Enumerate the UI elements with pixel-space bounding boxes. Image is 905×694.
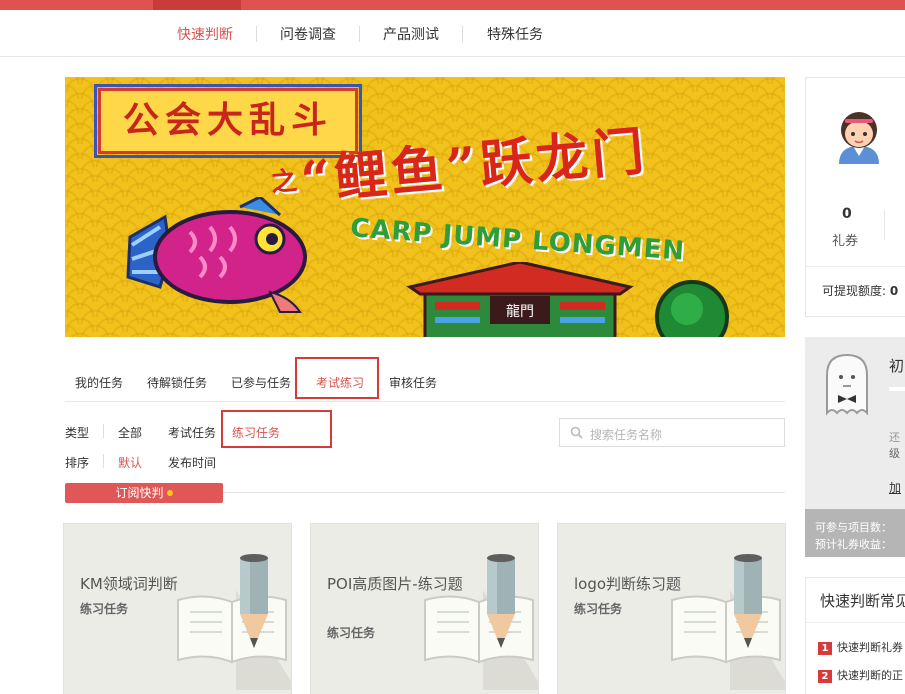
book-pencil-icon [424, 554, 538, 690]
withdraw-label: 可提现额度: [822, 284, 887, 298]
tab-locked-tasks[interactable]: 待解锁任务 [147, 374, 207, 391]
task-tabs: 我的任务 待解锁任务 已参与任务 考试练习 审核任务 [65, 360, 785, 402]
nav-divider [462, 26, 463, 42]
filter-type-label: 类型 [65, 426, 90, 440]
sort-default[interactable]: 默认 [118, 454, 142, 471]
top-nav: 快速判断 问卷调查 产品测试 特殊任务 [0, 10, 905, 57]
banner-english-title: CARP JUMP LONGMEN [349, 213, 686, 267]
coupon-label: 礼券 [832, 234, 859, 249]
projects-count-label: 可参与项目数： [815, 521, 892, 534]
tab-my-tasks[interactable]: 我的任务 [75, 374, 123, 391]
nav-product-test[interactable]: 产品测试 [383, 24, 439, 44]
nav-quick-judge[interactable]: 快速判断 [177, 24, 233, 44]
book-pencil-icon [177, 554, 291, 690]
level-card: 初 还 级 加 可参与项目数： 预计礼券收益： [805, 337, 905, 557]
filter-divider [103, 424, 104, 438]
tab-joined-tasks[interactable]: 已参与任务 [231, 374, 291, 391]
faq-item[interactable]: 2 快速判断的正 [818, 667, 903, 683]
top-accent-active [153, 0, 241, 10]
faq-item-text: 快速判断的正 [837, 669, 903, 682]
task-card-tag: 练习任务 [574, 602, 623, 616]
faq-item-text: 快速判断礼券 [837, 641, 903, 654]
promo-banner[interactable]: 公会大乱斗 之“鲤鱼”跃龙门 CARP JUMP LONGMEN 龍門 [65, 77, 785, 337]
task-card[interactable]: logo判断练习题 练习任务 [557, 523, 786, 694]
search-input[interactable]: 搜索任务名称 [590, 426, 662, 443]
carp-illustration [126, 197, 307, 313]
top-accent-bar [0, 0, 905, 10]
nav-divider [256, 26, 257, 42]
longmen-gate-illustration: 龍門 [406, 262, 634, 337]
faq-item[interactable]: 1 快速判断礼券 [818, 639, 903, 655]
gate-sign-text: 龍門 [506, 303, 534, 320]
level-progress-bar [889, 387, 905, 391]
task-card[interactable]: POI高质图片-练习题 练习任务 [310, 523, 539, 694]
nav-special-task[interactable]: 特殊任务 [487, 24, 543, 44]
level-name: 初 [889, 357, 905, 375]
stat-divider [884, 210, 885, 240]
filter-type-exam[interactable]: 考试任务 [168, 424, 216, 441]
faq-divider [806, 622, 905, 623]
task-card-tag: 练习任务 [80, 602, 129, 616]
filter-divider [103, 454, 104, 468]
search-icon [570, 426, 583, 439]
active-filter-highlight [221, 410, 332, 448]
book-pencil-icon [671, 554, 785, 690]
tree-illustration [655, 280, 729, 337]
filter-sort-label: 排序 [65, 456, 90, 470]
banner-subtitle-prefix: 之 [269, 165, 303, 199]
join-link[interactable]: 加 [889, 479, 901, 496]
faq-title: 快速判断常见 [820, 592, 905, 610]
tab-review-tasks[interactable]: 审核任务 [389, 374, 437, 391]
task-search-box[interactable]: 搜索任务名称 [559, 418, 785, 447]
profile-divider [806, 266, 905, 267]
subscribe-button[interactable]: 订阅快判 [65, 483, 223, 503]
withdraw-value: 0 [889, 284, 899, 298]
faq-card: 快速判断常见 1 快速判断礼券 2 快速判断的正 [805, 577, 905, 694]
coupon-count: 0 [842, 206, 852, 222]
faq-item-number: 2 [818, 670, 832, 683]
active-tab-highlight [295, 357, 379, 399]
section-divider [223, 492, 785, 493]
user-profile-card: 0 礼券 可提现额度: 0 [805, 77, 905, 317]
nav-divider [359, 26, 360, 42]
faq-item-number: 1 [818, 642, 832, 655]
filter-type-all[interactable]: 全部 [118, 424, 142, 441]
task-card-tag: 练习任务 [327, 626, 376, 640]
sort-publish-time[interactable]: 发布时间 [168, 454, 216, 471]
withdraw-amount: 可提现额度: 0 [822, 282, 898, 299]
level-stats-footer: 可参与项目数： 预计礼券收益： [805, 509, 905, 557]
subscribe-label: 订阅快判 [115, 486, 164, 500]
banner-subtitle-text: “鲤鱼”跃龙门 [298, 120, 651, 212]
notification-dot [166, 490, 173, 496]
task-card[interactable]: KM领域词判断 练习任务 [63, 523, 292, 694]
level-hint-text-2: 级 [889, 447, 900, 460]
ghost-mascot-icon [826, 353, 868, 415]
avatar[interactable] [833, 106, 885, 164]
nav-survey[interactable]: 问卷调查 [280, 24, 336, 44]
expected-earnings-label: 预计礼券收益： [815, 538, 892, 551]
level-hint-text: 还 [889, 431, 900, 444]
